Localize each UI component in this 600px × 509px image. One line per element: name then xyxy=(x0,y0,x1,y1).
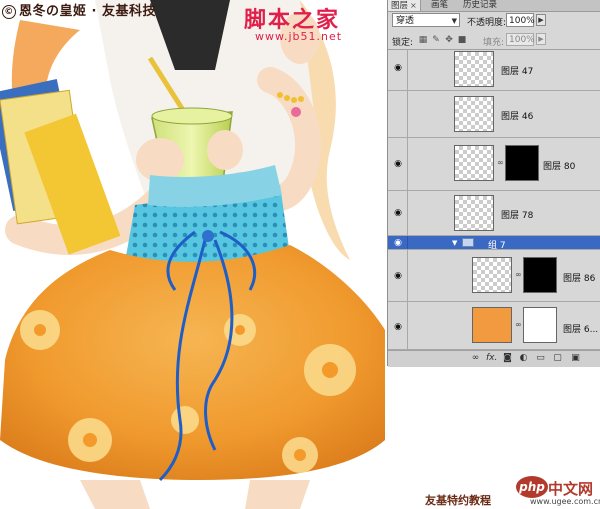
layers-panel: 图层 × 画笔 历史记录 穿透 ▼ 不透明度: 100% ▶ 锁定: ▦ ✎ ✥ ■… xyxy=(387,0,600,367)
panel-tabs: 图层 × 画笔 历史记录 xyxy=(388,0,600,12)
php-logo: php xyxy=(516,476,548,498)
artist-watermark: © 恩冬の皇姬 · 友基科技 xyxy=(2,0,156,19)
layer-thumbnail xyxy=(454,51,494,87)
eye-icon[interactable]: ◉ xyxy=(392,63,404,73)
layer-row[interactable]: ◉ ∞ 图层 86 xyxy=(388,250,600,302)
opacity-label: 不透明度: xyxy=(467,18,507,28)
link-icon[interactable]: ∞ xyxy=(470,353,481,364)
lock-move-icon[interactable]: ✥ xyxy=(444,35,454,45)
layer-name[interactable]: 图层 80 xyxy=(543,159,575,172)
blend-row: 穿透 ▼ 不透明度: 100% ▶ xyxy=(388,12,600,30)
expand-triangle-icon[interactable]: ▼ xyxy=(452,239,457,247)
layer-thumbnail xyxy=(454,96,494,132)
tab-history[interactable]: 历史记录 xyxy=(460,0,500,11)
layer-row[interactable]: 图层 46 xyxy=(388,91,600,138)
mask-icon[interactable]: ◙ xyxy=(502,353,513,364)
trash-icon[interactable]: ▣ xyxy=(570,353,581,364)
lock-transparent-icon[interactable]: ▦ xyxy=(418,35,428,45)
new-layer-icon[interactable]: ▢ xyxy=(552,353,563,364)
blend-mode-select[interactable]: 穿透 ▼ xyxy=(392,13,460,27)
opacity-slider-button[interactable]: ▶ xyxy=(536,14,546,26)
fill-slider-button[interactable]: ▶ xyxy=(536,33,546,45)
lock-all-icon[interactable]: ■ xyxy=(457,35,467,45)
lock-paint-icon[interactable]: ✎ xyxy=(431,35,441,45)
eye-icon[interactable]: ◉ xyxy=(392,271,404,281)
opacity-input[interactable]: 100% xyxy=(506,13,535,27)
link-icon[interactable]: ∞ xyxy=(497,158,504,167)
layer-name[interactable]: 图层 47 xyxy=(501,64,533,77)
eye-icon[interactable]: ◉ xyxy=(392,238,404,248)
layer-row[interactable]: ◉ ∞ 图层 80 xyxy=(388,138,600,191)
folder-icon xyxy=(462,238,474,247)
layer-thumbnail xyxy=(472,307,512,343)
layer-mask-thumbnail[interactable] xyxy=(505,145,539,181)
fill-label: 填充: xyxy=(483,38,505,48)
eye-icon[interactable]: ◉ xyxy=(392,322,404,332)
layer-mask-thumbnail[interactable] xyxy=(523,307,557,343)
layer-name[interactable]: 图层 6... xyxy=(563,322,598,335)
layer-row[interactable]: ◉ 图层 78 xyxy=(388,191,600,236)
link-icon[interactable]: ∞ xyxy=(515,270,522,279)
chevron-down-icon: ▼ xyxy=(451,17,457,25)
layer-list: ◉ 图层 47 图层 46 ◉ ∞ 图层 80 ◉ 图层 78 ◉ ▼ 组 7 … xyxy=(388,49,600,350)
site-watermark-url: www.jb51.net xyxy=(255,30,343,43)
layer-row[interactable]: ◉ ∞ 图层 6... xyxy=(388,302,600,350)
php-site-url: www.ugee.com.cn xyxy=(530,497,600,506)
fx-icon[interactable]: fx. xyxy=(486,353,497,364)
tutorial-credit: 友基特约教程 xyxy=(425,494,491,507)
artist-watermark-text: 恩冬の皇姬 · 友基科技 xyxy=(19,4,156,19)
layer-name[interactable]: 图层 46 xyxy=(501,109,533,122)
eye-icon[interactable]: ◉ xyxy=(392,159,404,169)
layer-thumbnail xyxy=(454,195,494,231)
layer-group-row[interactable]: ◉ ▼ 组 7 xyxy=(388,236,600,251)
eye-icon[interactable]: ◉ xyxy=(392,208,404,218)
adjustment-icon[interactable]: ◐ xyxy=(518,353,529,364)
layer-thumbnail xyxy=(472,257,512,293)
panel-bottom-bar: ∞ fx. ◙ ◐ ▭ ▢ ▣ xyxy=(388,350,600,367)
layer-thumbnail xyxy=(454,145,494,181)
layer-name[interactable]: 图层 86 xyxy=(563,271,595,284)
layer-name[interactable]: 图层 78 xyxy=(501,208,533,221)
layer-mask-thumbnail[interactable] xyxy=(523,257,557,293)
lock-label: 锁定: xyxy=(392,38,414,48)
group-icon[interactable]: ▭ xyxy=(535,353,546,364)
lock-row: 锁定: ▦ ✎ ✥ ■ 填充: 100% ▶ xyxy=(388,31,600,50)
tab-layers[interactable]: 图层 × xyxy=(388,0,421,11)
link-icon[interactable]: ∞ xyxy=(515,320,522,329)
php-site-name: 中文网 xyxy=(548,480,594,498)
tab-brushes[interactable]: 画笔 xyxy=(428,0,451,11)
copyright-icon: © xyxy=(2,5,16,19)
fill-input[interactable]: 100% xyxy=(506,33,535,46)
layer-row[interactable]: ◉ 图层 47 xyxy=(388,49,600,91)
close-icon[interactable]: × xyxy=(410,1,417,10)
